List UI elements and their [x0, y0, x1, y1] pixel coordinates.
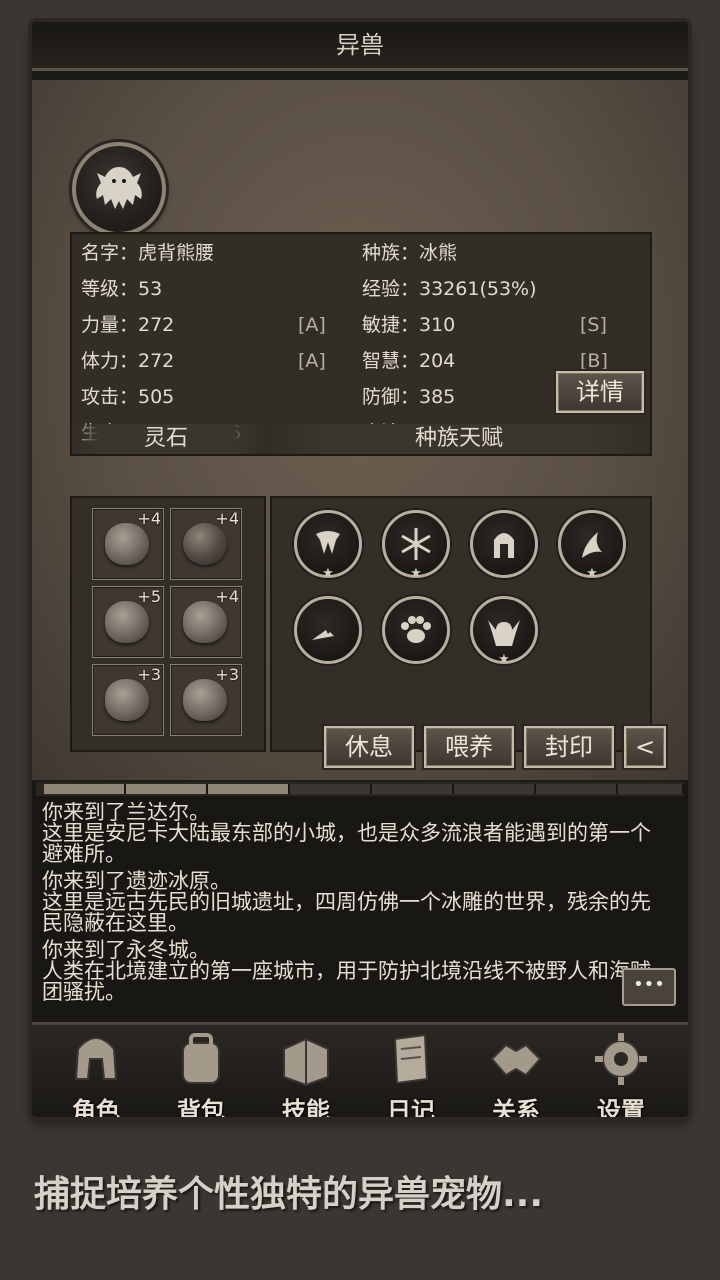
- event-log[interactable]: 你来到了兰达尔。 这里是安尼卡大陆最东部的小城，也是众多流浪者能遇到的第一个避难所…: [32, 782, 688, 1022]
- nav-item-5[interactable]: 设置: [571, 1029, 671, 1117]
- bottom-nav: 角色 背包 技能 日记 关系 设置: [32, 1022, 688, 1117]
- stat-row: 名字：虎背熊腰 种族：冰熊: [72, 235, 650, 271]
- stat-3-right: 智慧：204: [362, 350, 456, 372]
- nav-label: 关系: [492, 1097, 540, 1117]
- talent-star-icon: ★: [322, 566, 334, 581]
- stat-0-right: 种族：冰熊: [362, 242, 458, 264]
- log-entry-text: 这里是远古先民的旧城遗址，四周仿佛一个冰雕的世界，残余的先民隐蔽在这里。: [42, 890, 651, 935]
- log-entry: 你来到了永冬城。 人类在北境建立的第一座城市，用于防护北境沿线不被野人和海贼团骚扰…: [42, 940, 662, 1003]
- log-tab-strip[interactable]: [36, 782, 684, 796]
- stone-bonus: +4: [215, 509, 239, 528]
- spirit-stone-slot[interactable]: +4: [92, 508, 164, 580]
- broken-sword-icon[interactable]: [294, 596, 362, 664]
- stone-bonus: +3: [215, 665, 239, 684]
- gear-icon: [571, 1029, 671, 1089]
- stat-2-right: 敏捷：310: [362, 314, 456, 336]
- stone-bonus: +4: [215, 587, 239, 606]
- spirit-stone-slot[interactable]: +4: [170, 586, 242, 658]
- log-entry: 你来到了遗迹冰原。 这里是远古先民的旧城遗址，四周仿佛一个冰雕的世界，残余的先民隐…: [42, 871, 662, 934]
- talent-star-icon: ★: [410, 566, 422, 581]
- spirit-stones-title: 灵石: [70, 424, 262, 454]
- stat-1-left: 等级：53: [81, 278, 163, 300]
- handshake-icon: [466, 1029, 566, 1089]
- nav-label: 日记: [387, 1097, 435, 1117]
- fangs-icon[interactable]: ★: [294, 510, 362, 581]
- nav-label: 背包: [177, 1097, 225, 1117]
- game-window: 异兽 名字：虎背熊腰 种族：冰熊等级：53 经验：33261(53%) 力量：272 […: [32, 22, 688, 1117]
- scroll-icon: [361, 1029, 461, 1089]
- spirit-stones-panel: +4 +4 +5 +4 +3 +3: [70, 496, 266, 752]
- talent-star-icon: ★: [586, 566, 598, 581]
- stat-0-left: 名字：虎背熊腰: [81, 242, 215, 264]
- spirit-stone-slot[interactable]: +3: [170, 664, 242, 736]
- stat-2-left: 力量：272: [81, 314, 175, 336]
- rune-stone-icon: [105, 679, 149, 721]
- stat-2-right-grade: [S]: [580, 314, 607, 336]
- nav-item-3[interactable]: 日记: [361, 1029, 461, 1117]
- stat-4-right: 防御：385: [362, 386, 456, 408]
- backpack-icon: [151, 1029, 251, 1089]
- spirit-stone-slot[interactable]: +4: [170, 508, 242, 580]
- paw-print-icon[interactable]: [382, 596, 450, 664]
- chat-button[interactable]: •••: [622, 968, 676, 1006]
- stone-bonus: +3: [137, 665, 161, 684]
- nav-item-1[interactable]: 背包: [151, 1029, 251, 1117]
- rune-stone-icon: [105, 601, 149, 643]
- stat-row: 等级：53 经验：33261(53%): [72, 271, 650, 307]
- nav-item-0[interactable]: 角色: [46, 1029, 146, 1117]
- stat-3-left-grade: [A]: [298, 350, 326, 372]
- pet-stats: 名字：虎背熊腰 种族：冰熊等级：53 经验：33261(53%) 力量：272 [A] 敏…: [70, 232, 652, 456]
- details-button[interactable]: 详情: [556, 371, 644, 413]
- spirit-stone-slot[interactable]: +5: [92, 586, 164, 658]
- rune-stone-icon: [105, 523, 149, 565]
- nav-item-4[interactable]: 关系: [466, 1029, 566, 1117]
- race-talents-title: 种族天赋: [270, 424, 648, 454]
- stone-bonus: +5: [137, 587, 161, 606]
- stat-4-left: 攻击：505: [81, 386, 175, 408]
- stone-bonus: +4: [137, 509, 161, 528]
- collapse-button[interactable]: <: [624, 726, 666, 768]
- stat-3-left: 体力：272: [81, 350, 175, 372]
- nav-label: 设置: [597, 1097, 645, 1117]
- claw-strike-icon[interactable]: ★: [558, 510, 626, 581]
- spirit-stone-slot[interactable]: +3: [92, 664, 164, 736]
- window-title: 异兽: [32, 22, 688, 71]
- spellbook-icon: [256, 1029, 356, 1089]
- werebear-portrait-icon[interactable]: [72, 142, 166, 236]
- beast-roar-icon[interactable]: ★: [470, 596, 538, 667]
- talent-star-icon: ★: [498, 652, 510, 667]
- rune-stone-icon: [183, 601, 227, 643]
- log-entry-text: 人类在北境建立的第一座城市，用于防护北境沿线不被野人和海贼团骚扰。: [42, 959, 651, 1004]
- promo-caption: 捕捉培养个性独特的异兽宠物...: [34, 1174, 544, 1215]
- log-entry-title: 你来到了遗迹冰原。: [42, 869, 231, 893]
- stat-2-left-grade: [A]: [298, 314, 326, 336]
- stat-row: 力量：272 [A] 敏捷：310 [S]: [72, 307, 650, 343]
- rune-stone-icon: [183, 679, 227, 721]
- log-entry-title: 你来到了兰达尔。: [42, 802, 210, 824]
- log-entry: 你来到了兰达尔。 这里是安尼卡大陆最东部的小城，也是众多流浪者能遇到的第一个避难所…: [42, 802, 662, 865]
- pet-panel: 名字：虎背熊腰 种族：冰熊等级：53 经验：33261(53%) 力量：272 [A] 敏…: [32, 80, 688, 780]
- rest-button[interactable]: 休息: [324, 726, 414, 768]
- nav-label: 角色: [72, 1097, 120, 1117]
- log-entry-text: 这里是安尼卡大陆最东部的小城，也是众多流浪者能遇到的第一个避难所。: [42, 821, 651, 866]
- seal-button[interactable]: 封印: [524, 726, 614, 768]
- log-entry-title: 你来到了永冬城。: [42, 938, 210, 962]
- nav-label: 技能: [282, 1097, 330, 1117]
- dark-orb-icon: [183, 523, 227, 565]
- snowflake-icon[interactable]: ★: [382, 510, 450, 581]
- helmet-icon[interactable]: [470, 510, 538, 578]
- nav-item-2[interactable]: 技能: [256, 1029, 356, 1117]
- stat-1-right: 经验：33261(53%): [362, 278, 537, 300]
- helmet-icon: [46, 1029, 146, 1089]
- feed-button[interactable]: 喂养: [424, 726, 514, 768]
- log-entries: 你来到了兰达尔。 这里是安尼卡大陆最东部的小城，也是众多流浪者能遇到的第一个避难所…: [42, 802, 662, 1014]
- race-talents-panel: ★ ★ ★ ★: [270, 496, 652, 752]
